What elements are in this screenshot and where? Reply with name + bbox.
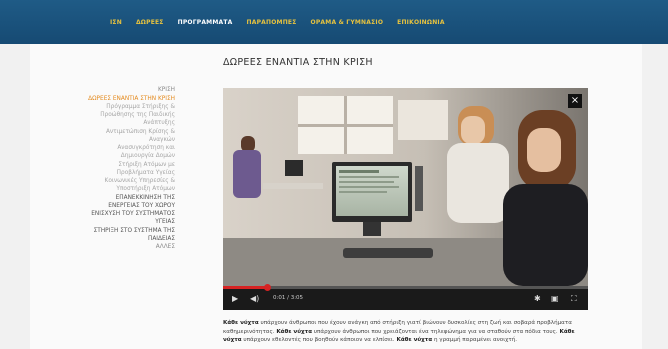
video-controls: ▶ ◀) 0:01 / 3:05 ✱ ▣ ⛶ [223,284,588,310]
nav-item-vision[interactable]: ΟΡΑΜΑ & ΓΥΜΝΑΣΙΟ [311,19,384,26]
emphasis-4: Κάθε νύχτα [394,337,433,343]
page-title: ΔΩΡΕΕΣ ΕΝΑΝΤΙΑ ΣΤΗΝ ΚΡΙΣΗ [223,57,373,68]
lead-emphasis: Κάθε νύχτα [223,320,259,326]
close-video-button[interactable]: × [568,94,582,108]
main-menu: ΙΣΝ ΔΩΡΕΕΣ ΠΡΟΓΡΑΜΜΑΤΑ ΠΑΡΑΠΟΜΠΕΣ ΟΡΑΜΑ … [110,19,445,26]
fullscreen-icon[interactable]: ⛶ [571,294,577,304]
volume-icon[interactable]: ◀) [250,294,259,304]
progress-handle[interactable] [263,284,271,291]
nav-item-programs[interactable]: ΠΡΟΓΡΑΜΜΑΤΑ [178,19,233,26]
sidebar-item-donations-crisis[interactable]: ΔΩΡΕΕΣ ΕΝΑΝΤΙΑ ΣΤΗΝ ΚΡΙΣΗ [85,95,175,103]
sidebar-item-crisis[interactable]: ΚΡΙΣΗ [85,86,175,94]
sidebar-item-education[interactable]: ΣΤΗΡΙΞΗ ΣΤΟ ΣΥΣΤΗΜΑ ΤΗΣ ΠΑΙΔΕΙΑΣ [85,227,175,243]
sidebar-menu: ΚΡΙΣΗ ΔΩΡΕΕΣ ΕΝΑΝΤΙΑ ΣΤΗΝ ΚΡΙΣΗ Πρόγραμμ… [85,86,175,252]
sidebar-item-other[interactable]: ΑΛΛΕΣ [85,243,175,251]
sidebar-item-crisis-needs[interactable]: Αντιμετώπιση Κρίσης & Αναγκών [85,128,175,144]
emphasis-2: Κάθε νύχτα [276,328,313,335]
paragraph-text-4: η γραμμή παραμένει ανοιχτή. [432,337,518,343]
paragraph-text-2: υπάρχουν άνθρωποι που χρειάζονται ένα τη… [312,328,560,335]
nav-item-isn[interactable]: ΙΣΝ [110,19,122,26]
time-display: 0:01 / 3:05 [273,295,304,301]
video-player[interactable]: × ▶ ◀) 0:01 / 3:05 ✱ ▣ ⛶ [223,88,588,310]
sidebar-item-restart[interactable]: ΕΠΑΝΕΚΚΙΝΗΣΗ ΤΗΣ ΕΝΕΡΓΕΙΑΣ ΤΟΥ ΧΩΡΟΥ [85,194,175,210]
sidebar-item-child-support[interactable]: Πρόγραμμα Στήριξης & Προώθησης της Παιδι… [85,103,175,127]
video-frame-image [223,88,588,286]
sidebar-item-health-system[interactable]: ΕΝΙΣΧΥΣΗ ΤΟΥ ΣΥΣΤΗΜΑΤΟΣ ΥΓΕΙΑΣ [85,210,175,226]
nav-item-contact[interactable]: ΕΠΙΚΟΙΝΩΝΙΑ [397,19,445,26]
sidebar-item-reconstruction[interactable]: Ανασυγκρότηση και Δημιουργία Δομών [85,144,175,160]
article-paragraph: Κάθε νύχτα υπάρχουν άνθρωποι που έχουν α… [223,319,588,345]
nav-item-references[interactable]: ΠΑΡΑΠΟΜΠΕΣ [247,19,297,26]
youtube-logo-icon[interactable]: ▣ [551,294,559,304]
progress-fill [223,286,267,289]
play-icon[interactable]: ▶ [232,294,238,304]
settings-icon[interactable]: ✱ [534,294,541,304]
nav-item-donations[interactable]: ΔΩΡΕΕΣ [136,19,164,26]
paragraph-text-3: υπάρχουν εθελοντές που βοηθούν κάποιον ν… [241,337,395,343]
progress-bar[interactable] [223,284,588,291]
top-navigation-bar: ΙΣΝ ΔΩΡΕΕΣ ΠΡΟΓΡΑΜΜΑΤΑ ΠΑΡΑΠΟΜΠΕΣ ΟΡΑΜΑ … [0,0,668,44]
sidebar-item-social-services[interactable]: Κοινωνικές Υπηρεσίες & Υποστήριξη Ατόμων [85,177,175,193]
sidebar-item-health-support[interactable]: Στήριξη Ατόμων με Προβλήματα Υγείας [85,161,175,177]
